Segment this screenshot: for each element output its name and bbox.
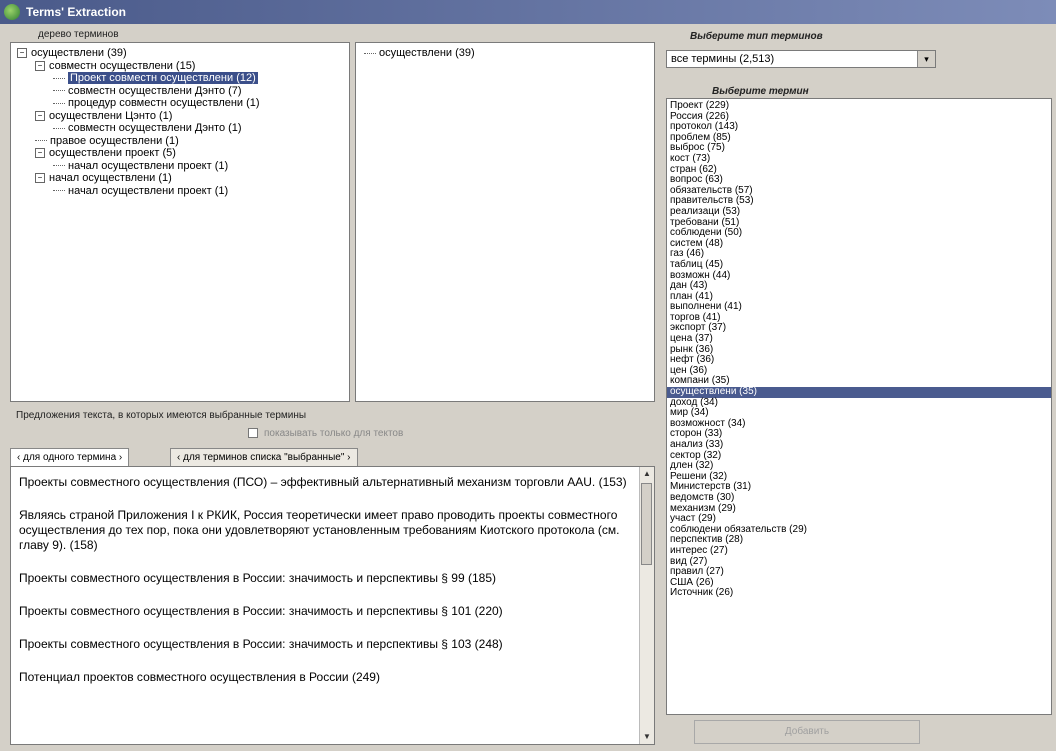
tree-item[interactable]: правое осуществлени (1) [17, 135, 349, 148]
term-list-item[interactable]: интерес (27) [667, 545, 1051, 557]
title-bar: Terms' Extraction [0, 0, 1056, 24]
term-tree[interactable]: − осуществлени (39) − совместн осуществлени… [10, 42, 350, 402]
tree-item-label: осуществлени проект (5) [49, 147, 176, 159]
term-list-item[interactable]: анализ (33) [667, 439, 1051, 451]
sentence-item: Проекты совместного осуществления в Росс… [19, 604, 503, 618]
tree-item-label: начал осуществлени (1) [49, 172, 172, 184]
tree-item[interactable]: Проект совместн осуществлени (12) [17, 72, 349, 85]
term-list-item[interactable]: правил (27) [667, 567, 1051, 578]
term-type-label: Выберите тип терминов [690, 31, 823, 42]
collapse-icon[interactable]: − [35, 148, 45, 159]
tree-item-label: совместн осуществлени Дэнто (1) [68, 122, 242, 134]
tree-item[interactable]: начал осуществлени проект (1) [17, 160, 349, 173]
tree-item-label: начал осуществлени проект (1) [68, 159, 229, 172]
tree-connector [53, 165, 65, 167]
scroll-down-icon[interactable]: ▼ [640, 730, 654, 744]
term-list-item[interactable]: нефт (36) [667, 355, 1051, 366]
term-list-item[interactable]: соблюдени (50) [667, 228, 1051, 239]
collapse-icon[interactable]: − [35, 110, 45, 121]
tree-item-label: правое осуществлени (1) [50, 134, 179, 147]
tree-connector [35, 140, 47, 142]
tab-selected-terms[interactable]: ‹ для терминов списка "выбранные" › [170, 448, 358, 466]
term-list-item[interactable]: выброс (75) [667, 143, 1051, 154]
tree-item[interactable]: совместн осуществлени Дэнто (7) [17, 85, 349, 98]
term-list-item[interactable]: Проект (229) [667, 100, 1051, 112]
term-list-item[interactable]: газ (46) [667, 249, 1051, 260]
sentence-item: Являясь страной Приложения I к РКИК, Рос… [19, 508, 620, 552]
term-list-item[interactable]: Источник (26) [667, 588, 1051, 599]
term-list-item[interactable]: осуществлени (35) [667, 386, 1051, 398]
tab-single-term[interactable]: ‹ для одного термина › [10, 448, 130, 466]
tree-item-label: процедур совместн осуществлени (1) [68, 97, 260, 109]
tree-item[interactable]: осуществлени (39) [364, 47, 654, 60]
tree-item-label: совместн осуществлени (15) [49, 59, 196, 72]
term-list-item[interactable]: возможност (34) [667, 418, 1051, 430]
term-list-label: Выберите термин [712, 86, 809, 97]
tree-connector [53, 190, 65, 192]
sentence-item: Проекты совместного осуществления (ПСО) … [19, 475, 627, 489]
term-list-item[interactable]: цена (37) [667, 333, 1051, 345]
sentence-item: Потенциал проектов совместного осуществл… [19, 670, 380, 684]
tree-connector [364, 52, 376, 54]
text-filter-label: показывать только для тектов [264, 428, 404, 439]
tree-connector [53, 77, 65, 79]
term-list-item[interactable]: рынк (36) [667, 344, 1051, 356]
term-list-item[interactable]: стран (62) [667, 164, 1051, 176]
term-type-value: все термины (2,513) [671, 53, 775, 65]
term-list-item[interactable]: доход (34) [667, 397, 1051, 409]
term-list-item[interactable]: кост (73) [667, 153, 1051, 165]
app-icon [4, 4, 20, 20]
tree-item-label: осуществлени (39) [31, 47, 127, 59]
term-list-item[interactable]: вид (27) [667, 556, 1051, 568]
tree-item[interactable]: процедур совместн осуществлени (1) [17, 97, 349, 110]
term-list-item[interactable]: выполнени (41) [667, 302, 1051, 313]
sentences-label: Предложения текста, в которых имеются вы… [16, 410, 307, 421]
tree-item[interactable]: − совместн осуществлени (15) [17, 60, 349, 73]
term-list[interactable]: Проект (229) Россия (226) протокол (143) пр… [666, 98, 1052, 715]
term-list-item[interactable]: сторон (33) [667, 429, 1051, 440]
term-list-item[interactable]: экспорт (37) [667, 323, 1051, 334]
tree-connector [53, 90, 65, 92]
term-list-item[interactable]: систем (48) [667, 238, 1051, 250]
sentence-item: Проекты совместного осуществления в Росс… [19, 637, 503, 651]
collapse-icon[interactable]: − [17, 48, 27, 59]
tree-item-label: Проект совместн осуществлени (12) [68, 72, 258, 84]
collapse-icon[interactable]: − [35, 60, 45, 71]
tree-label: дерево терминов [38, 29, 119, 40]
window-title: Terms' Extraction [26, 5, 126, 19]
term-type-select[interactable]: все термины (2,513) ▾ [666, 50, 936, 68]
term-list-item[interactable]: сектор (32) [667, 450, 1051, 462]
tree-item[interactable]: − осуществлени проект (5) [17, 147, 349, 160]
tree-item-label: начал осуществлени проект (1) [68, 184, 229, 197]
tree-item[interactable]: начал осуществлени проект (1) [17, 185, 349, 198]
term-list-item[interactable]: ведомств (30) [667, 492, 1051, 504]
sentences-scrollbar[interactable]: ▲ ▼ [639, 467, 654, 744]
tree-item[interactable]: − осуществлени (39) [17, 47, 349, 60]
term-list-item[interactable]: реализаци (53) [667, 206, 1051, 218]
tree-item[interactable]: совместн осуществлени Дэнто (1) [17, 122, 349, 135]
tree-item-label: совместн осуществлени Дэнто (7) [68, 84, 242, 97]
scroll-thumb[interactable] [641, 483, 652, 565]
scroll-up-icon[interactable]: ▲ [640, 467, 654, 481]
term-list-item[interactable]: механизм (29) [667, 503, 1051, 515]
tree-item-label: осуществлени (39) [379, 47, 475, 59]
term-list-item[interactable]: возможн (44) [667, 270, 1051, 282]
chevron-down-icon[interactable]: ▾ [917, 51, 935, 67]
sentences-panel: Проекты совместного осуществления (ПСО) … [10, 466, 655, 745]
sentence-tabs: ‹ для одного термина › ‹ для терминов сп… [10, 448, 655, 468]
tree-connector [53, 102, 65, 104]
collapse-icon[interactable]: − [35, 173, 45, 184]
add-button[interactable]: Добавить [694, 720, 920, 744]
sentence-item: Проекты совместного осуществления в Росс… [19, 571, 497, 585]
tree-item[interactable]: − начал осуществлени (1) [17, 172, 349, 185]
term-list-item[interactable]: дан (43) [667, 280, 1051, 292]
tree-item-label: осуществлени Цэнто (1) [49, 109, 173, 122]
term-list-item[interactable]: таблиц (45) [667, 259, 1051, 271]
text-filter-checkbox[interactable] [248, 428, 258, 438]
tree-item[interactable]: − осуществлени Цэнто (1) [17, 110, 349, 123]
term-instances-panel[interactable]: осуществлени (39) [355, 42, 655, 402]
tree-connector [53, 127, 65, 129]
